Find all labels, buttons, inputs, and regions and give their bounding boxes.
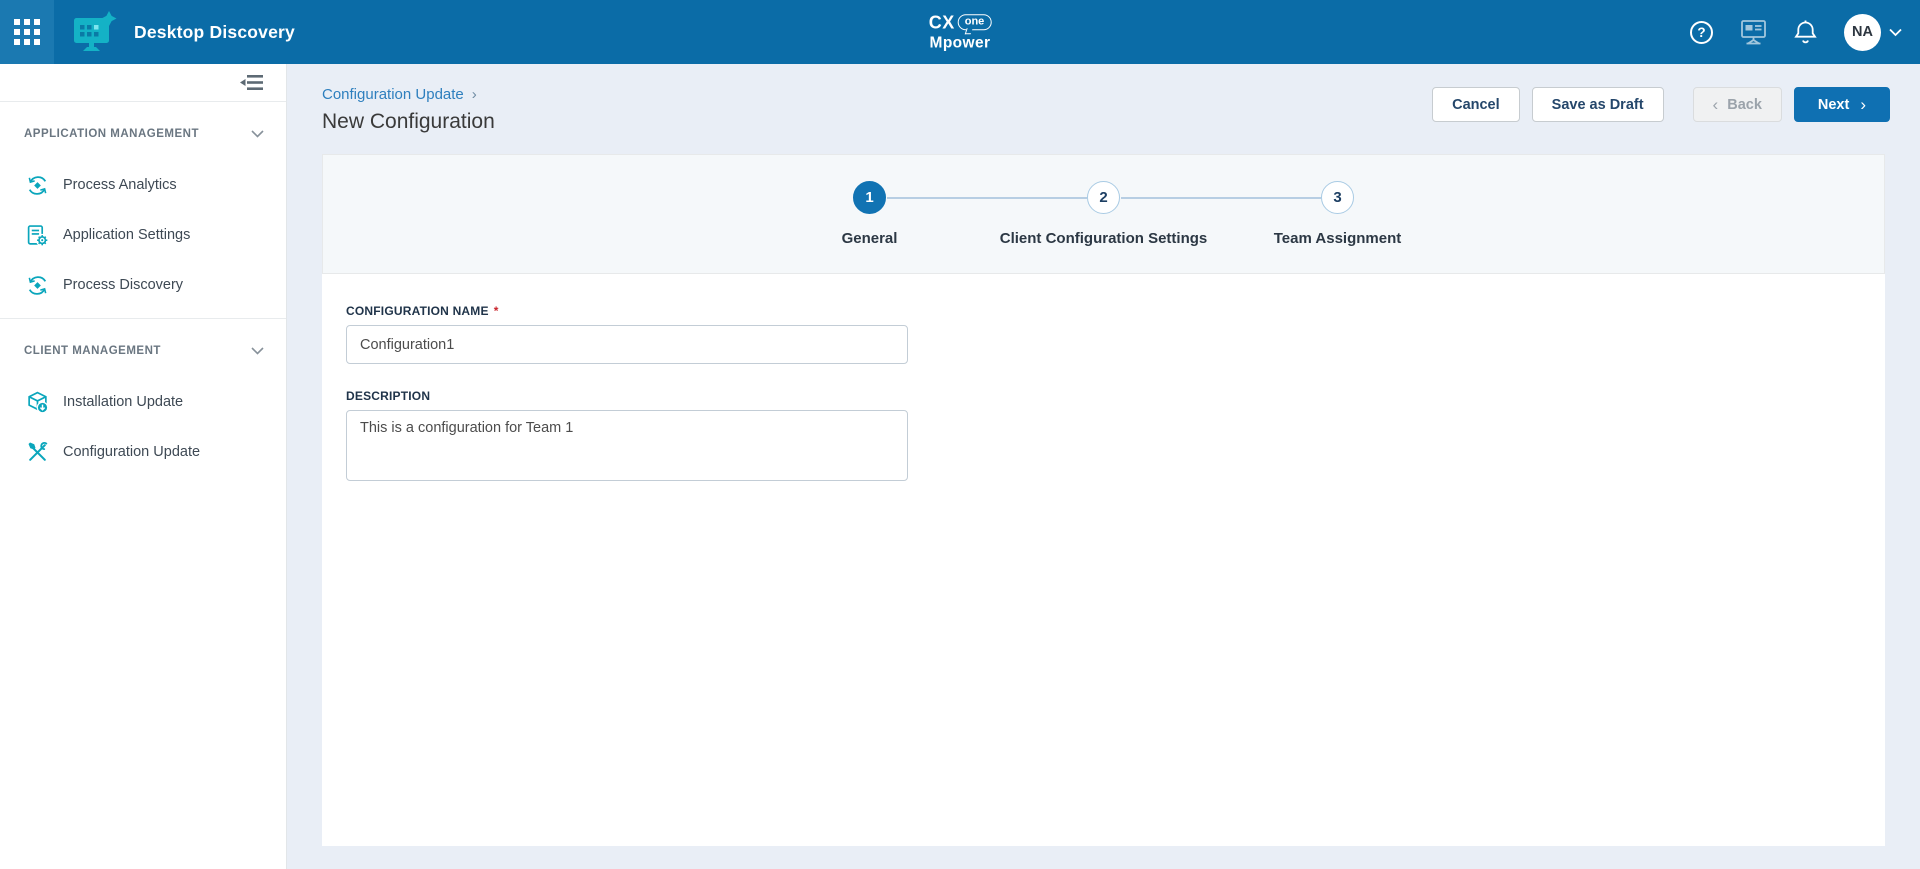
process-discovery-icon [26, 274, 49, 297]
step-circle-1: 1 [853, 181, 886, 214]
step-client-configuration-settings[interactable]: 2 Client Configuration Settings [987, 181, 1221, 247]
guide-button[interactable] [1740, 19, 1767, 45]
user-menu[interactable]: NA [1844, 14, 1902, 51]
avatar[interactable]: NA [1844, 14, 1881, 51]
step-general[interactable]: 1 General [753, 181, 987, 247]
cancel-button[interactable]: Cancel [1432, 87, 1520, 122]
page-title: New Configuration [322, 110, 495, 134]
step-circle-2: 2 [1087, 181, 1120, 214]
sidebar-item-label: Process Analytics [63, 177, 177, 193]
sidebar-item-configuration-update[interactable]: Configuration Update [0, 427, 286, 477]
sidebar-section-client-management[interactable]: CLIENT MANAGEMENT [0, 335, 286, 367]
installation-update-icon [26, 391, 49, 414]
section-label: APPLICATION MANAGEMENT [24, 128, 199, 140]
sidebar-item-label: Process Discovery [63, 277, 183, 293]
application-settings-icon [26, 224, 49, 247]
save-as-draft-button[interactable]: Save as Draft [1532, 87, 1664, 122]
sidebar-item-installation-update[interactable]: Installation Update [0, 377, 286, 427]
next-button[interactable]: Next › [1794, 87, 1890, 122]
chevron-down-icon [1889, 28, 1902, 37]
cxone-mpower-logo: CX one Mpower [929, 13, 992, 51]
chevron-down-icon [251, 130, 264, 138]
breadcrumb: Configuration Update › [322, 86, 495, 103]
stepper: 1 General 2 Client Configuration Setting… [753, 155, 1455, 273]
general-form: CONFIGURATION NAME * DESCRIPTION This is… [322, 274, 1885, 481]
sidebar-divider [0, 318, 286, 319]
chevron-right-icon: › [1860, 96, 1866, 113]
sidebar-item-label: Application Settings [63, 227, 190, 243]
chevron-down-icon [251, 347, 264, 355]
section-label: CLIENT MANAGEMENT [24, 345, 161, 357]
description-label: DESCRIPTION [346, 389, 1885, 403]
chevron-left-icon: ‹ [1713, 96, 1719, 113]
bell-icon [1794, 19, 1817, 45]
configuration-name-label: CONFIGURATION NAME * [346, 304, 1885, 318]
stepper-panel: 1 General 2 Client Configuration Setting… [322, 154, 1885, 274]
outdent-icon [240, 74, 264, 91]
app-launcher-grid-icon [14, 19, 40, 45]
configuration-name-input[interactable] [346, 325, 908, 364]
sidebar: APPLICATION MANAGEMENT Process Analytics [0, 64, 287, 869]
process-analytics-icon [26, 174, 49, 197]
help-icon[interactable]: ? [1690, 21, 1713, 44]
app-title: Desktop Discovery [134, 22, 295, 43]
header-action-buttons: Cancel Save as Draft ‹ Back Next › [1432, 87, 1890, 122]
presentation-icon [1740, 19, 1767, 45]
required-asterisk: * [494, 304, 499, 318]
logo-cx-text: CX [929, 13, 955, 31]
back-button[interactable]: ‹ Back [1693, 87, 1782, 122]
sidebar-item-label: Configuration Update [63, 444, 200, 460]
step-circle-3: 3 [1321, 181, 1354, 214]
sidebar-item-label: Installation Update [63, 394, 183, 410]
step-label: General [753, 230, 987, 247]
sidebar-item-process-analytics[interactable]: Process Analytics [0, 160, 286, 210]
top-bar: Desktop Discovery CX one Mpower ? [0, 0, 1920, 64]
new-configuration-card: 1 General 2 Client Configuration Setting… [322, 154, 1885, 846]
description-textarea[interactable]: This is a configuration for Team 1 [346, 410, 908, 481]
app-launcher-button[interactable] [0, 0, 54, 64]
sidebar-collapse-button[interactable] [240, 74, 264, 91]
step-team-assignment[interactable]: 3 Team Assignment [1221, 181, 1455, 247]
logo-mpower-text: Mpower [929, 35, 992, 51]
breadcrumb-link-configuration-update[interactable]: Configuration Update [322, 86, 464, 103]
sidebar-item-application-settings[interactable]: Application Settings [0, 210, 286, 260]
step-label: Client Configuration Settings [987, 230, 1221, 247]
notifications-button[interactable] [1794, 19, 1817, 45]
desktop-discovery-logo-icon [71, 11, 118, 53]
breadcrumb-separator: › [472, 86, 477, 103]
configuration-update-icon [26, 441, 49, 464]
logo-one-bubble: one [958, 14, 992, 30]
step-label: Team Assignment [1221, 230, 1455, 247]
sidebar-item-process-discovery[interactable]: Process Discovery [0, 260, 286, 310]
sidebar-section-application-management[interactable]: APPLICATION MANAGEMENT [0, 118, 286, 150]
